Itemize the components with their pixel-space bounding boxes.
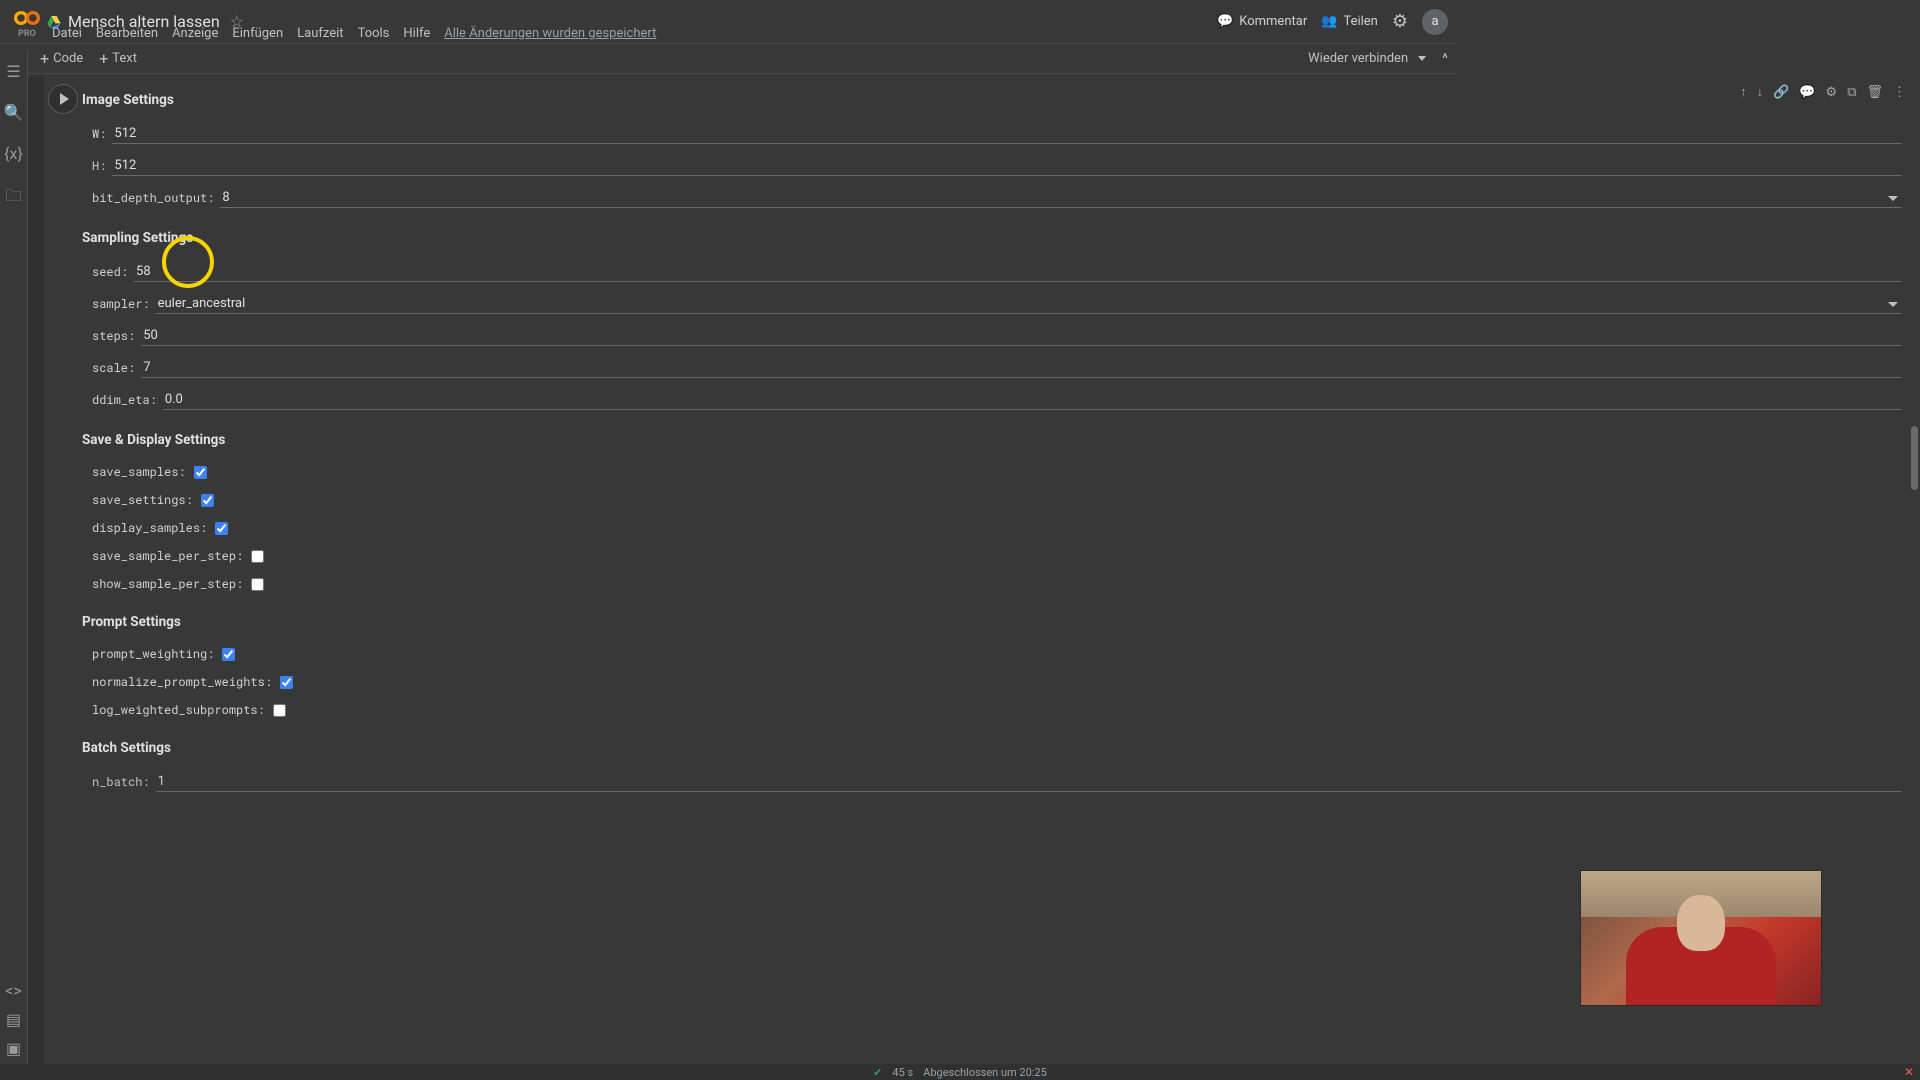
status-done-at: Abgeschlossen um 20:25 (923, 1066, 1047, 1079)
input-n-batch[interactable] (156, 772, 1902, 792)
checkbox-log-weighted-subprompts[interactable] (273, 704, 286, 717)
toc-icon[interactable]: ☰ (6, 62, 20, 81)
section-save-display: Save & Display Settings (82, 432, 1920, 448)
pro-badge: PRO (18, 29, 36, 39)
menu-bearbeiten[interactable]: Bearbeiten (96, 26, 158, 41)
add-code-label: Code (53, 51, 83, 66)
avatar[interactable]: a (1422, 9, 1448, 35)
status-bar: ✓ 45 s Abgeschlossen um 20:25 ✕ (0, 1064, 1920, 1080)
link-icon[interactable]: 🔗 (1771, 83, 1791, 102)
toolbar: + Code + Text Wieder verbinden ^ (0, 44, 1456, 74)
select-sampler[interactable]: euler_ancestral (156, 294, 1902, 314)
terminal-icon[interactable]: ▤ (6, 1010, 21, 1029)
save-status[interactable]: Alle Änderungen wurden gespeichert (444, 26, 656, 41)
reconnect-label: Wieder verbinden (1308, 51, 1408, 66)
colab-logo[interactable]: PRO (14, 5, 40, 39)
checkbox-save-sample-per-step[interactable] (251, 550, 264, 563)
label-steps: steps: (92, 328, 135, 344)
code-snippet-icon[interactable]: <> (5, 981, 22, 1000)
status-duration: 45 s (892, 1066, 913, 1079)
label-bit-depth: bit_depth_output: (92, 190, 214, 206)
share-button[interactable]: 👥 Teilen (1321, 14, 1378, 29)
checkbox-normalize-prompt-weights[interactable] (280, 676, 293, 689)
left-rail: ☰ 🔍 {x} 🗀 <> ▤ ▣ (0, 50, 28, 1064)
plus-icon: + (40, 51, 49, 67)
menu-anzeige[interactable]: Anzeige (172, 26, 218, 41)
variables-icon[interactable]: {x} (4, 144, 23, 163)
cell-gutter (28, 76, 44, 1064)
checkbox-save-samples[interactable] (194, 466, 207, 479)
label-scale: scale: (92, 360, 135, 376)
label-sampler: sampler: (92, 296, 150, 312)
close-status-icon[interactable]: ✕ (1904, 1065, 1914, 1079)
cell-comment-icon[interactable]: 💬 (1797, 83, 1817, 102)
label-save-samples: save_samples: (92, 464, 186, 480)
menu-hilfe[interactable]: Hilfe (403, 26, 430, 41)
menu-bar: Datei Bearbeiten Anzeige Einfügen Laufze… (52, 26, 656, 41)
input-steps[interactable] (141, 326, 1902, 346)
label-show-sample-per-step: show_sample_per_step: (92, 576, 243, 592)
section-image-settings: Image Settings (82, 92, 1920, 108)
form-cell: ↑ ↓ 🔗 💬 ⚙ ⧉ 🗑 ⋮ Image Settings W: H: bit… (44, 80, 1920, 798)
label-prompt-weighting: prompt_weighting: (92, 646, 214, 662)
more-icon[interactable]: ⋮ (1891, 83, 1908, 102)
checkbox-save-settings[interactable] (201, 494, 214, 507)
label-ddim-eta: ddim_eta: (92, 392, 157, 408)
label-save-settings: save_settings: (92, 492, 193, 508)
checkbox-show-sample-per-step[interactable] (251, 578, 264, 591)
menu-laufzeit[interactable]: Laufzeit (297, 26, 343, 41)
label-normalize-prompt-weights: normalize_prompt_weights: (92, 674, 272, 690)
cell-toolbar: ↑ ↓ 🔗 💬 ⚙ ⧉ 🗑 ⋮ (1738, 82, 1908, 102)
menu-einfuegen[interactable]: Einfügen (232, 26, 283, 41)
label-save-sample-per-step: save_sample_per_step: (92, 548, 243, 564)
input-H[interactable] (112, 156, 1902, 176)
move-down-icon[interactable]: ↓ (1755, 82, 1766, 102)
scrollbar-thumb[interactable] (1911, 426, 1918, 490)
delete-icon[interactable]: 🗑 (1864, 83, 1885, 102)
webcam-overlay (1580, 870, 1822, 1006)
input-scale[interactable] (141, 358, 1902, 378)
folder-icon[interactable]: 🗀 (5, 185, 21, 212)
checkbox-display-samples[interactable] (215, 522, 228, 535)
command-icon[interactable]: ▣ (6, 1039, 21, 1058)
input-seed[interactable] (134, 262, 1902, 282)
add-code-button[interactable]: + Code (40, 51, 83, 67)
section-batch-settings: Batch Settings (82, 740, 1920, 756)
comment-icon: 💬 (1217, 14, 1233, 29)
reconnect-button[interactable]: Wieder verbinden (1302, 48, 1432, 69)
expand-icon[interactable]: ^ (1442, 51, 1448, 67)
label-seed: seed: (92, 264, 128, 280)
comment-button[interactable]: 💬 Kommentar (1217, 14, 1307, 29)
input-W[interactable] (112, 124, 1902, 144)
label-log-weighted-subprompts: log_weighted_subprompts: (92, 702, 265, 718)
mirror-icon[interactable]: ⧉ (1845, 83, 1858, 102)
cell-settings-icon[interactable]: ⚙ (1824, 83, 1840, 102)
label-H: H: (92, 158, 106, 174)
play-icon (60, 93, 69, 105)
input-ddim-eta[interactable] (163, 390, 1902, 410)
comment-label: Kommentar (1239, 14, 1307, 29)
plus-icon: + (99, 51, 108, 67)
move-up-icon[interactable]: ↑ (1738, 82, 1749, 102)
search-icon[interactable]: 🔍 (4, 103, 24, 122)
section-prompt-settings: Prompt Settings (82, 614, 1920, 630)
caret-down-icon (1418, 56, 1426, 61)
notebook-content: ↑ ↓ 🔗 💬 ⚙ ⧉ 🗑 ⋮ Image Settings W: H: bit… (28, 76, 1920, 1064)
add-text-label: Text (112, 51, 137, 66)
gear-icon[interactable]: ⚙ (1392, 11, 1408, 32)
share-label: Teilen (1343, 14, 1377, 29)
menu-datei[interactable]: Datei (52, 26, 82, 41)
colab-icon (14, 5, 40, 31)
run-cell-button[interactable] (48, 84, 78, 114)
select-bit-depth[interactable]: 8 (220, 188, 1902, 208)
label-display-samples: display_samples: (92, 520, 207, 536)
people-icon: 👥 (1321, 14, 1337, 29)
check-icon: ✓ (873, 1066, 882, 1079)
menu-tools[interactable]: Tools (358, 26, 390, 41)
checkbox-prompt-weighting[interactable] (222, 648, 235, 661)
label-n-batch: n_batch: (92, 774, 150, 790)
section-sampling-settings: Sampling Settings (82, 230, 1920, 246)
label-W: W: (92, 126, 106, 142)
add-text-button[interactable]: + Text (99, 51, 137, 67)
